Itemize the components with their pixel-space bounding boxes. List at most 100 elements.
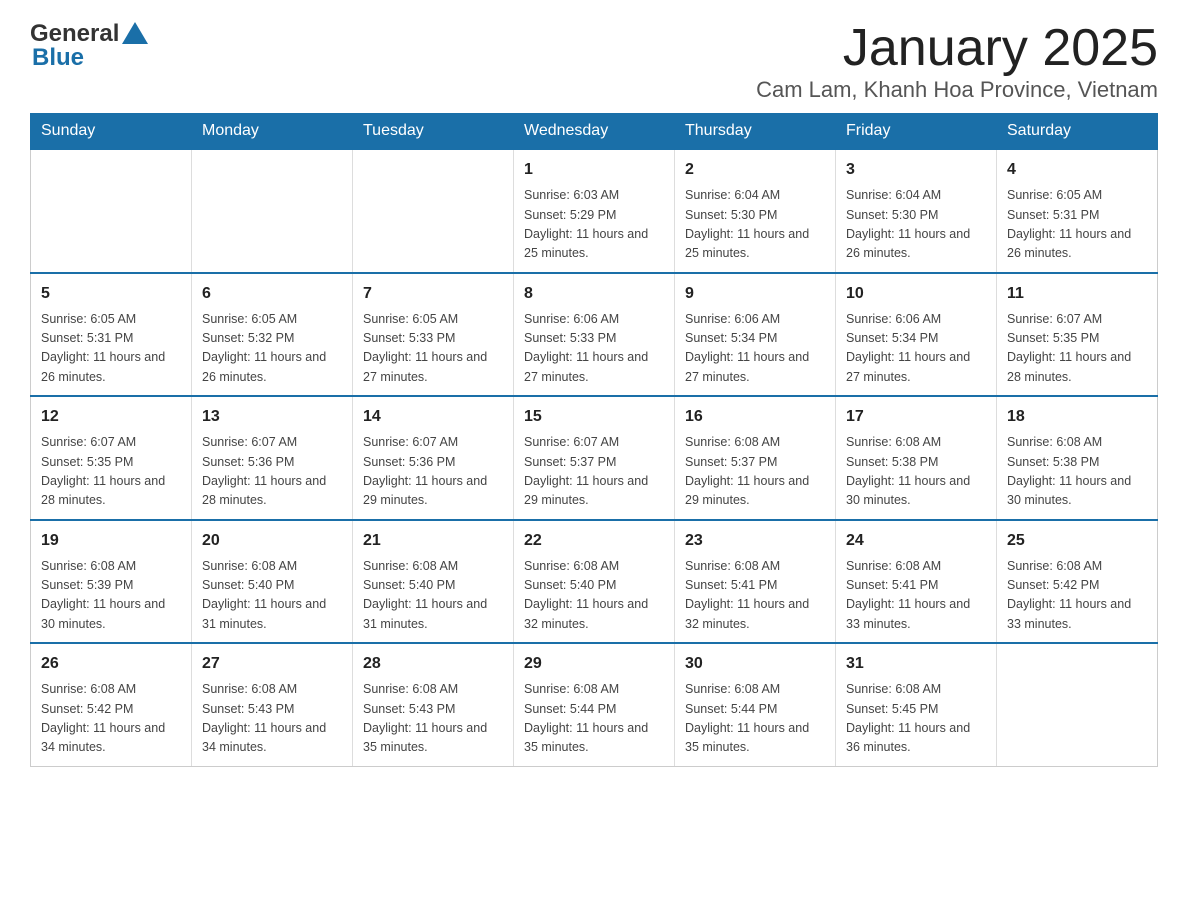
cell-week5-day0: 26 Sunrise: 6:08 AMSunset: 5:42 PMDayligh… xyxy=(31,643,192,766)
day-info: Sunrise: 6:08 AMSunset: 5:41 PMDaylight:… xyxy=(846,557,986,635)
logo-triangle-icon xyxy=(122,22,148,44)
day-number: 23 xyxy=(685,529,825,553)
day-info: Sunrise: 6:07 AMSunset: 5:35 PMDaylight:… xyxy=(41,433,181,511)
day-number: 2 xyxy=(685,158,825,182)
calendar-title: January 2025 xyxy=(756,20,1158,77)
page-header: General Blue January 2025 Cam Lam, Khanh… xyxy=(30,20,1158,103)
day-number: 19 xyxy=(41,529,181,553)
cell-week5-day5: 31 Sunrise: 6:08 AMSunset: 5:45 PMDayligh… xyxy=(836,643,997,766)
day-info: Sunrise: 6:08 AMSunset: 5:41 PMDaylight:… xyxy=(685,557,825,635)
cell-week4-day0: 19 Sunrise: 6:08 AMSunset: 5:39 PMDayligh… xyxy=(31,520,192,644)
day-number: 24 xyxy=(846,529,986,553)
cell-week3-day4: 16 Sunrise: 6:08 AMSunset: 5:37 PMDayligh… xyxy=(675,396,836,520)
week-row-1: 1 Sunrise: 6:03 AMSunset: 5:29 PMDaylight… xyxy=(31,149,1158,273)
day-info: Sunrise: 6:08 AMSunset: 5:38 PMDaylight:… xyxy=(846,433,986,511)
day-number: 1 xyxy=(524,158,664,182)
cell-week1-day2 xyxy=(353,149,514,273)
header-sunday: Sunday xyxy=(31,114,192,150)
day-number: 6 xyxy=(202,282,342,306)
day-number: 25 xyxy=(1007,529,1147,553)
day-info: Sunrise: 6:04 AMSunset: 5:30 PMDaylight:… xyxy=(846,186,986,264)
day-info: Sunrise: 6:08 AMSunset: 5:38 PMDaylight:… xyxy=(1007,433,1147,511)
cell-week3-day3: 15 Sunrise: 6:07 AMSunset: 5:37 PMDayligh… xyxy=(514,396,675,520)
cell-week4-day1: 20 Sunrise: 6:08 AMSunset: 5:40 PMDayligh… xyxy=(192,520,353,644)
cell-week3-day5: 17 Sunrise: 6:08 AMSunset: 5:38 PMDayligh… xyxy=(836,396,997,520)
day-info: Sunrise: 6:05 AMSunset: 5:31 PMDaylight:… xyxy=(1007,186,1147,264)
day-info: Sunrise: 6:07 AMSunset: 5:35 PMDaylight:… xyxy=(1007,310,1147,388)
day-number: 14 xyxy=(363,405,503,429)
day-info: Sunrise: 6:06 AMSunset: 5:34 PMDaylight:… xyxy=(685,310,825,388)
cell-week1-day1 xyxy=(192,149,353,273)
header-thursday: Thursday xyxy=(675,114,836,150)
day-number: 28 xyxy=(363,652,503,676)
logo-blue-text: Blue xyxy=(32,44,84,72)
cell-week5-day3: 29 Sunrise: 6:08 AMSunset: 5:44 PMDayligh… xyxy=(514,643,675,766)
day-info: Sunrise: 6:07 AMSunset: 5:37 PMDaylight:… xyxy=(524,433,664,511)
cell-week2-day0: 5 Sunrise: 6:05 AMSunset: 5:31 PMDaylight… xyxy=(31,273,192,397)
header-row: SundayMondayTuesdayWednesdayThursdayFrid… xyxy=(31,114,1158,150)
day-info: Sunrise: 6:08 AMSunset: 5:40 PMDaylight:… xyxy=(202,557,342,635)
week-row-3: 12 Sunrise: 6:07 AMSunset: 5:35 PMDayligh… xyxy=(31,396,1158,520)
day-number: 22 xyxy=(524,529,664,553)
day-info: Sunrise: 6:08 AMSunset: 5:42 PMDaylight:… xyxy=(41,680,181,758)
day-info: Sunrise: 6:08 AMSunset: 5:39 PMDaylight:… xyxy=(41,557,181,635)
day-number: 31 xyxy=(846,652,986,676)
day-info: Sunrise: 6:08 AMSunset: 5:42 PMDaylight:… xyxy=(1007,557,1147,635)
day-number: 26 xyxy=(41,652,181,676)
cell-week4-day5: 24 Sunrise: 6:08 AMSunset: 5:41 PMDayligh… xyxy=(836,520,997,644)
day-info: Sunrise: 6:04 AMSunset: 5:30 PMDaylight:… xyxy=(685,186,825,264)
day-info: Sunrise: 6:08 AMSunset: 5:44 PMDaylight:… xyxy=(685,680,825,758)
day-number: 20 xyxy=(202,529,342,553)
day-info: Sunrise: 6:07 AMSunset: 5:36 PMDaylight:… xyxy=(363,433,503,511)
day-info: Sunrise: 6:07 AMSunset: 5:36 PMDaylight:… xyxy=(202,433,342,511)
day-info: Sunrise: 6:05 AMSunset: 5:33 PMDaylight:… xyxy=(363,310,503,388)
cell-week4-day3: 22 Sunrise: 6:08 AMSunset: 5:40 PMDayligh… xyxy=(514,520,675,644)
day-info: Sunrise: 6:08 AMSunset: 5:44 PMDaylight:… xyxy=(524,680,664,758)
cell-week2-day1: 6 Sunrise: 6:05 AMSunset: 5:32 PMDaylight… xyxy=(192,273,353,397)
header-wednesday: Wednesday xyxy=(514,114,675,150)
calendar-subtitle: Cam Lam, Khanh Hoa Province, Vietnam xyxy=(756,77,1158,103)
day-number: 5 xyxy=(41,282,181,306)
day-info: Sunrise: 6:03 AMSunset: 5:29 PMDaylight:… xyxy=(524,186,664,264)
cell-week5-day4: 30 Sunrise: 6:08 AMSunset: 5:44 PMDayligh… xyxy=(675,643,836,766)
day-number: 18 xyxy=(1007,405,1147,429)
day-number: 30 xyxy=(685,652,825,676)
day-number: 15 xyxy=(524,405,664,429)
day-number: 29 xyxy=(524,652,664,676)
cell-week4-day4: 23 Sunrise: 6:08 AMSunset: 5:41 PMDayligh… xyxy=(675,520,836,644)
cell-week1-day3: 1 Sunrise: 6:03 AMSunset: 5:29 PMDaylight… xyxy=(514,149,675,273)
day-info: Sunrise: 6:08 AMSunset: 5:43 PMDaylight:… xyxy=(202,680,342,758)
calendar-table: SundayMondayTuesdayWednesdayThursdayFrid… xyxy=(30,113,1158,767)
day-info: Sunrise: 6:08 AMSunset: 5:40 PMDaylight:… xyxy=(363,557,503,635)
header-monday: Monday xyxy=(192,114,353,150)
cell-week2-day5: 10Sunrise: 6:06 AMSunset: 5:34 PMDayligh… xyxy=(836,273,997,397)
day-info: Sunrise: 6:08 AMSunset: 5:45 PMDaylight:… xyxy=(846,680,986,758)
calendar-body: 1 Sunrise: 6:03 AMSunset: 5:29 PMDaylight… xyxy=(31,149,1158,766)
day-info: Sunrise: 6:08 AMSunset: 5:40 PMDaylight:… xyxy=(524,557,664,635)
day-info: Sunrise: 6:06 AMSunset: 5:34 PMDaylight:… xyxy=(846,310,986,388)
title-block: January 2025 Cam Lam, Khanh Hoa Province… xyxy=(756,20,1158,103)
cell-week1-day4: 2 Sunrise: 6:04 AMSunset: 5:30 PMDaylight… xyxy=(675,149,836,273)
day-info: Sunrise: 6:08 AMSunset: 5:43 PMDaylight:… xyxy=(363,680,503,758)
cell-week3-day6: 18 Sunrise: 6:08 AMSunset: 5:38 PMDayligh… xyxy=(997,396,1158,520)
day-number: 12 xyxy=(41,405,181,429)
day-info: Sunrise: 6:05 AMSunset: 5:32 PMDaylight:… xyxy=(202,310,342,388)
cell-week1-day0 xyxy=(31,149,192,273)
cell-week3-day2: 14 Sunrise: 6:07 AMSunset: 5:36 PMDayligh… xyxy=(353,396,514,520)
cell-week4-day2: 21Sunrise: 6:08 AMSunset: 5:40 PMDayligh… xyxy=(353,520,514,644)
day-number: 16 xyxy=(685,405,825,429)
header-friday: Friday xyxy=(836,114,997,150)
week-row-2: 5 Sunrise: 6:05 AMSunset: 5:31 PMDaylight… xyxy=(31,273,1158,397)
day-number: 4 xyxy=(1007,158,1147,182)
day-number: 9 xyxy=(685,282,825,306)
calendar-header: SundayMondayTuesdayWednesdayThursdayFrid… xyxy=(31,114,1158,150)
cell-week5-day6 xyxy=(997,643,1158,766)
day-number: 8 xyxy=(524,282,664,306)
header-saturday: Saturday xyxy=(997,114,1158,150)
day-info: Sunrise: 6:05 AMSunset: 5:31 PMDaylight:… xyxy=(41,310,181,388)
day-number: 27 xyxy=(202,652,342,676)
cell-week2-day4: 9 Sunrise: 6:06 AMSunset: 5:34 PMDaylight… xyxy=(675,273,836,397)
day-info: Sunrise: 6:08 AMSunset: 5:37 PMDaylight:… xyxy=(685,433,825,511)
cell-week4-day6: 25 Sunrise: 6:08 AMSunset: 5:42 PMDayligh… xyxy=(997,520,1158,644)
day-number: 17 xyxy=(846,405,986,429)
